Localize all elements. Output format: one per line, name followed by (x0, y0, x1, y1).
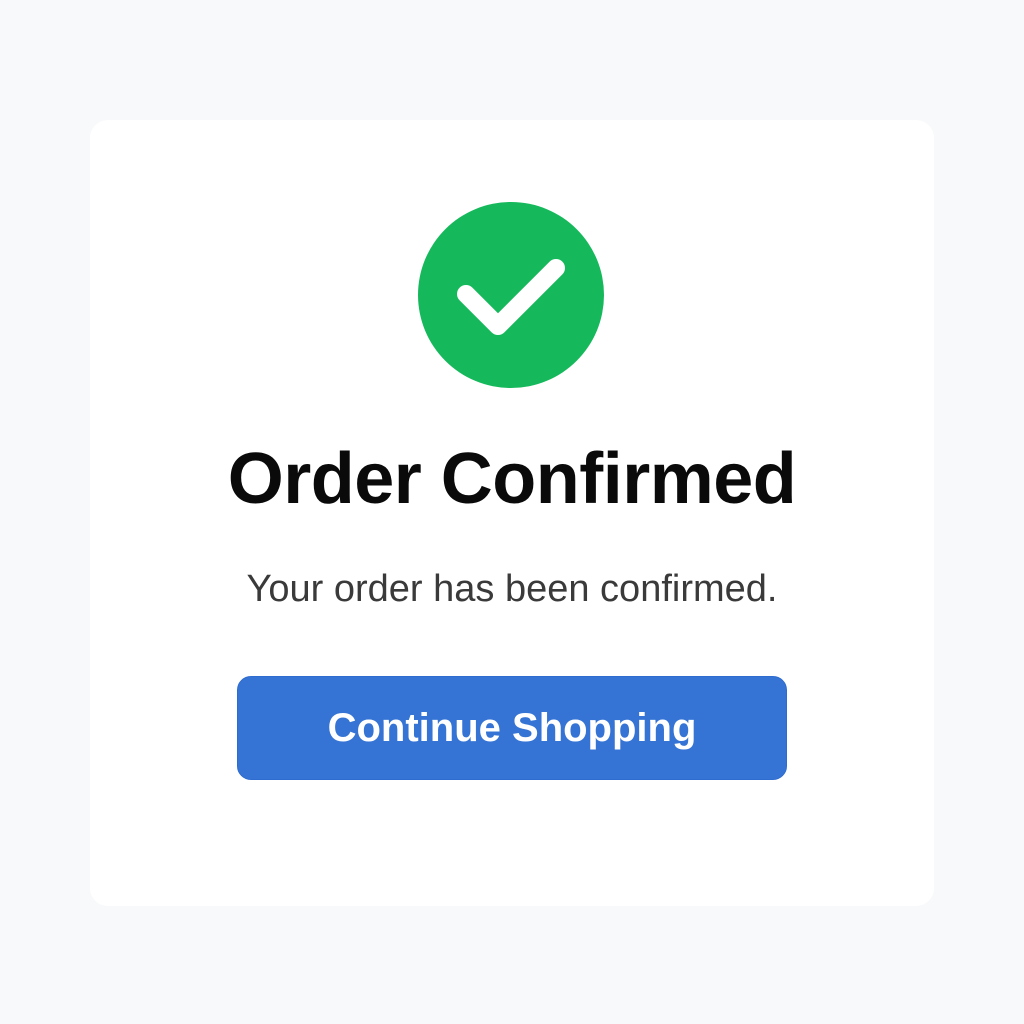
check-icon (418, 202, 604, 388)
page-title: Order Confirmed (227, 439, 797, 519)
page: Order Confirmed Your order has been conf… (0, 0, 1024, 1024)
check-circle-icon (418, 202, 604, 388)
confirmation-card: Order Confirmed Your order has been conf… (90, 120, 934, 906)
continue-shopping-button[interactable]: Continue Shopping (237, 676, 787, 780)
confirmation-message: Your order has been confirmed. (246, 568, 778, 610)
